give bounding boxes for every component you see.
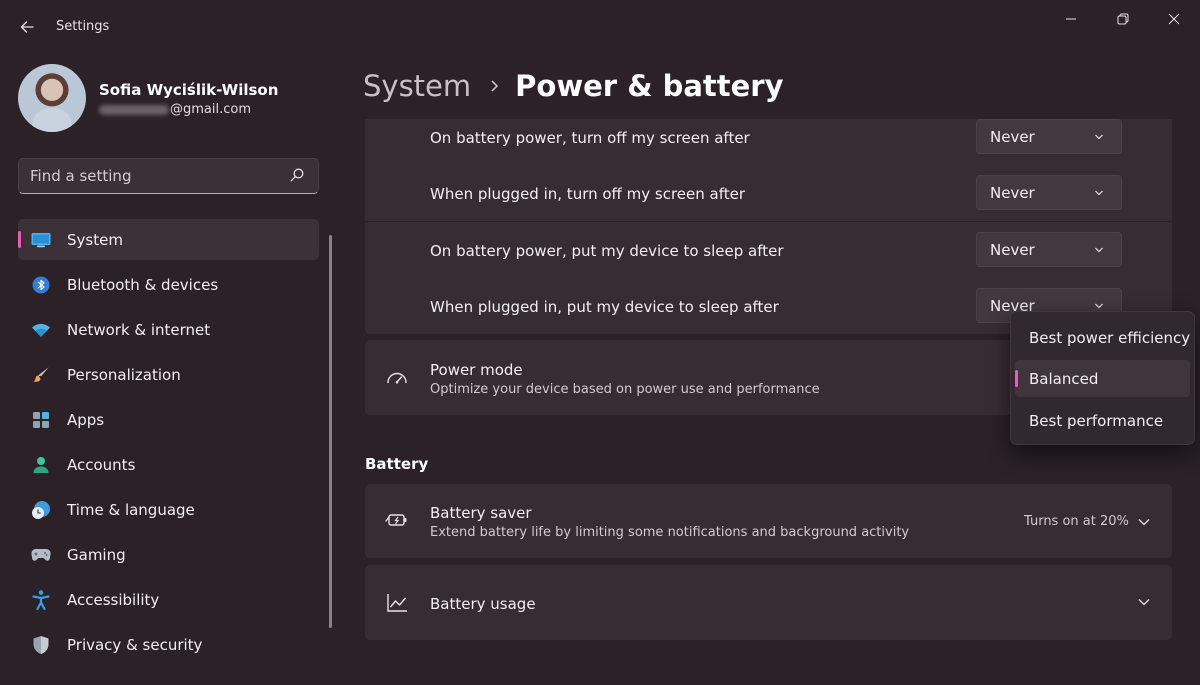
- option-label: Best power efficiency: [1029, 329, 1191, 347]
- sidebar-item-network[interactable]: Network & internet: [18, 309, 319, 350]
- apps-icon: [31, 410, 51, 430]
- sidebar-item-label: System: [67, 231, 123, 249]
- search-box: [18, 158, 319, 194]
- accessibility-icon: [31, 590, 51, 610]
- back-arrow-icon: [20, 21, 34, 33]
- setting-label: When plugged in, put my device to sleep …: [430, 298, 779, 316]
- power-mode-flyout: Best power efficiency Balanced Best perf…: [1010, 311, 1195, 445]
- sidebar-item-apps[interactable]: Apps: [18, 399, 319, 440]
- sidebar-item-label: Privacy & security: [67, 636, 203, 654]
- power-mode-option-performance[interactable]: Best performance: [1015, 402, 1190, 439]
- battery-sleep-dropdown[interactable]: Never: [976, 232, 1122, 267]
- sidebar: Sofia Wyciślik-Wilson @gmail.com System …: [0, 56, 340, 685]
- battery-saver-status: Turns on at 20%: [1024, 514, 1129, 529]
- active-indicator: [18, 231, 21, 248]
- battery-section-title: Battery: [365, 455, 429, 473]
- sidebar-item-label: Network & internet: [67, 321, 211, 339]
- minimize-button[interactable]: [1053, 6, 1089, 32]
- divider: [365, 221, 1172, 222]
- sidebar-item-system[interactable]: System: [18, 219, 319, 260]
- restore-icon: [1117, 13, 1129, 25]
- setting-label: When plugged in, turn off my screen afte…: [430, 185, 746, 203]
- sidebar-item-personalization[interactable]: Personalization: [18, 354, 319, 395]
- accounts-icon: [31, 455, 51, 475]
- search-input[interactable]: [30, 159, 280, 193]
- time-language-icon: [31, 500, 51, 520]
- chevron-down-icon: [1095, 134, 1103, 140]
- close-button[interactable]: [1156, 6, 1192, 32]
- chevron-down-icon[interactable]: [1136, 514, 1152, 530]
- page-title: Power & battery: [515, 69, 784, 103]
- dropdown-value: Never: [990, 128, 1035, 146]
- setting-label: On battery power, put my device to sleep…: [430, 242, 784, 260]
- sidebar-item-gaming[interactable]: Gaming: [18, 534, 319, 575]
- battery-usage-title: Battery usage: [430, 595, 536, 613]
- plugged-screen-off-dropdown[interactable]: Never: [976, 175, 1122, 210]
- close-icon: [1168, 13, 1180, 25]
- personalization-brush-icon: [31, 365, 51, 385]
- bluetooth-icon: [31, 275, 51, 295]
- user-email: @gmail.com: [99, 102, 251, 117]
- sidebar-item-label: Bluetooth & devices: [67, 276, 219, 294]
- battery-saver-title: Battery saver: [430, 504, 532, 522]
- sidebar-item-accounts[interactable]: Accounts: [18, 444, 319, 485]
- title-bar: Settings: [0, 0, 1200, 56]
- screen-sleep-card: On battery power, turn off my screen aft…: [365, 119, 1172, 334]
- search-icon[interactable]: [289, 167, 305, 183]
- app-title: Settings: [56, 19, 110, 34]
- back-button[interactable]: [12, 12, 42, 42]
- chevron-down-icon[interactable]: [1136, 594, 1152, 610]
- battery-screen-off-dropdown[interactable]: Never: [976, 119, 1122, 154]
- restore-button[interactable]: [1105, 6, 1141, 32]
- breadcrumb: System Power & battery: [363, 66, 784, 106]
- network-icon: [31, 320, 51, 340]
- chevron-down-icon: [1095, 303, 1103, 309]
- sidebar-item-label: Personalization: [67, 366, 181, 384]
- shield-icon: [31, 635, 51, 655]
- nav-list: System Bluetooth & devices Network & int…: [18, 219, 319, 669]
- battery-usage-chart-icon: [385, 591, 409, 615]
- sidebar-item-label: Accessibility: [67, 591, 160, 609]
- user-name: Sofia Wyciślik-Wilson: [99, 81, 279, 99]
- breadcrumb-parent[interactable]: System: [363, 69, 471, 103]
- sidebar-item-time-language[interactable]: Time & language: [18, 489, 319, 530]
- power-mode-subtitle: Optimize your device based on power use …: [430, 382, 820, 397]
- system-icon: [31, 230, 51, 250]
- chevron-down-icon: [1095, 190, 1103, 196]
- sidebar-scrollbar[interactable]: [329, 235, 332, 628]
- power-mode-title: Power mode: [430, 361, 523, 379]
- sidebar-item-bluetooth[interactable]: Bluetooth & devices: [18, 264, 319, 305]
- sidebar-item-label: Time & language: [67, 501, 195, 519]
- selected-indicator: [1015, 370, 1018, 387]
- gaming-icon: [31, 545, 51, 565]
- battery-usage-card[interactable]: Battery usage: [365, 565, 1172, 640]
- battery-saver-icon: [385, 509, 409, 533]
- dropdown-value: Never: [990, 241, 1035, 259]
- power-mode-option-balanced[interactable]: Balanced: [1015, 360, 1190, 397]
- power-mode-gauge-icon: [385, 365, 409, 389]
- sidebar-item-label: Apps: [67, 411, 105, 429]
- power-mode-option-efficiency[interactable]: Best power efficiency: [1015, 319, 1190, 356]
- chevron-right-icon: [489, 79, 499, 93]
- minimize-icon: [1066, 18, 1076, 20]
- chevron-down-icon: [1095, 247, 1103, 253]
- setting-label: On battery power, turn off my screen aft…: [430, 129, 750, 147]
- sidebar-item-label: Gaming: [67, 546, 126, 564]
- user-email-domain: @gmail.com: [170, 102, 252, 117]
- sidebar-item-label: Accounts: [67, 456, 136, 474]
- option-label: Balanced: [1029, 370, 1099, 388]
- sidebar-item-privacy-security[interactable]: Privacy & security: [18, 624, 319, 665]
- sidebar-item-accessibility[interactable]: Accessibility: [18, 579, 319, 620]
- dropdown-value: Never: [990, 184, 1035, 202]
- redacted-email-local-part: [99, 104, 169, 115]
- battery-saver-subtitle: Extend battery life by limiting some not…: [430, 525, 910, 540]
- battery-saver-card[interactable]: Battery saver Extend battery life by lim…: [365, 484, 1172, 558]
- avatar[interactable]: [18, 64, 86, 132]
- option-label: Best performance: [1029, 412, 1164, 430]
